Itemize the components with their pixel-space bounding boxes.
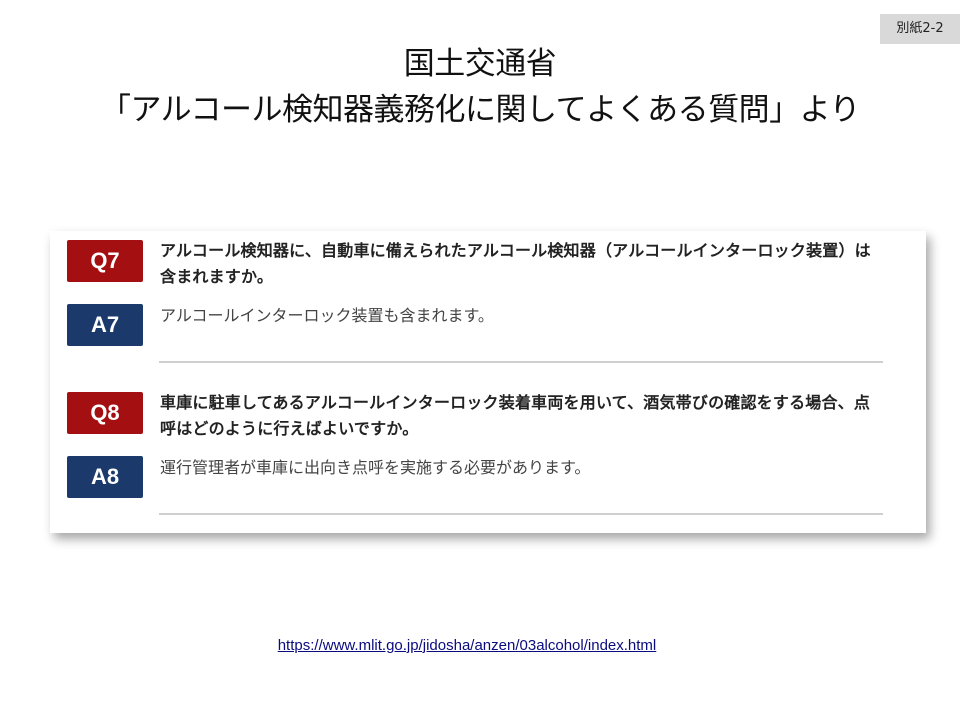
page-subtitle: 「アルコール検知器義務化に関してよくある質問」より — [99, 92, 861, 128]
page-title: 国土交通省 — [403, 46, 557, 82]
divider — [159, 513, 883, 515]
divider — [159, 361, 883, 363]
answer-badge: A7 — [67, 304, 143, 346]
question-badge: Q7 — [67, 240, 143, 282]
answer-text: アルコールインターロック装置も含まれます。 — [160, 306, 494, 325]
question-text: アルコール検知器に、自動車に備えられたアルコール検知器（アルコールインターロック… — [160, 241, 871, 286]
question-text: 車庫に駐車してあるアルコールインターロック装着車両を用いて、酒気帯びの確認をする… — [160, 393, 871, 438]
answer-badge: A8 — [67, 456, 143, 498]
faq-card: Q7 アルコール検知器に、自動車に備えられたアルコール検知器（アルコールインター… — [50, 231, 926, 533]
question-badge: Q8 — [67, 392, 143, 434]
answer-text: 運行管理者が車庫に出向き点呼を実施する必要があります。 — [160, 458, 591, 477]
source-link[interactable]: https://www.mlit.go.jp/jidosha/anzen/03a… — [0, 637, 934, 654]
